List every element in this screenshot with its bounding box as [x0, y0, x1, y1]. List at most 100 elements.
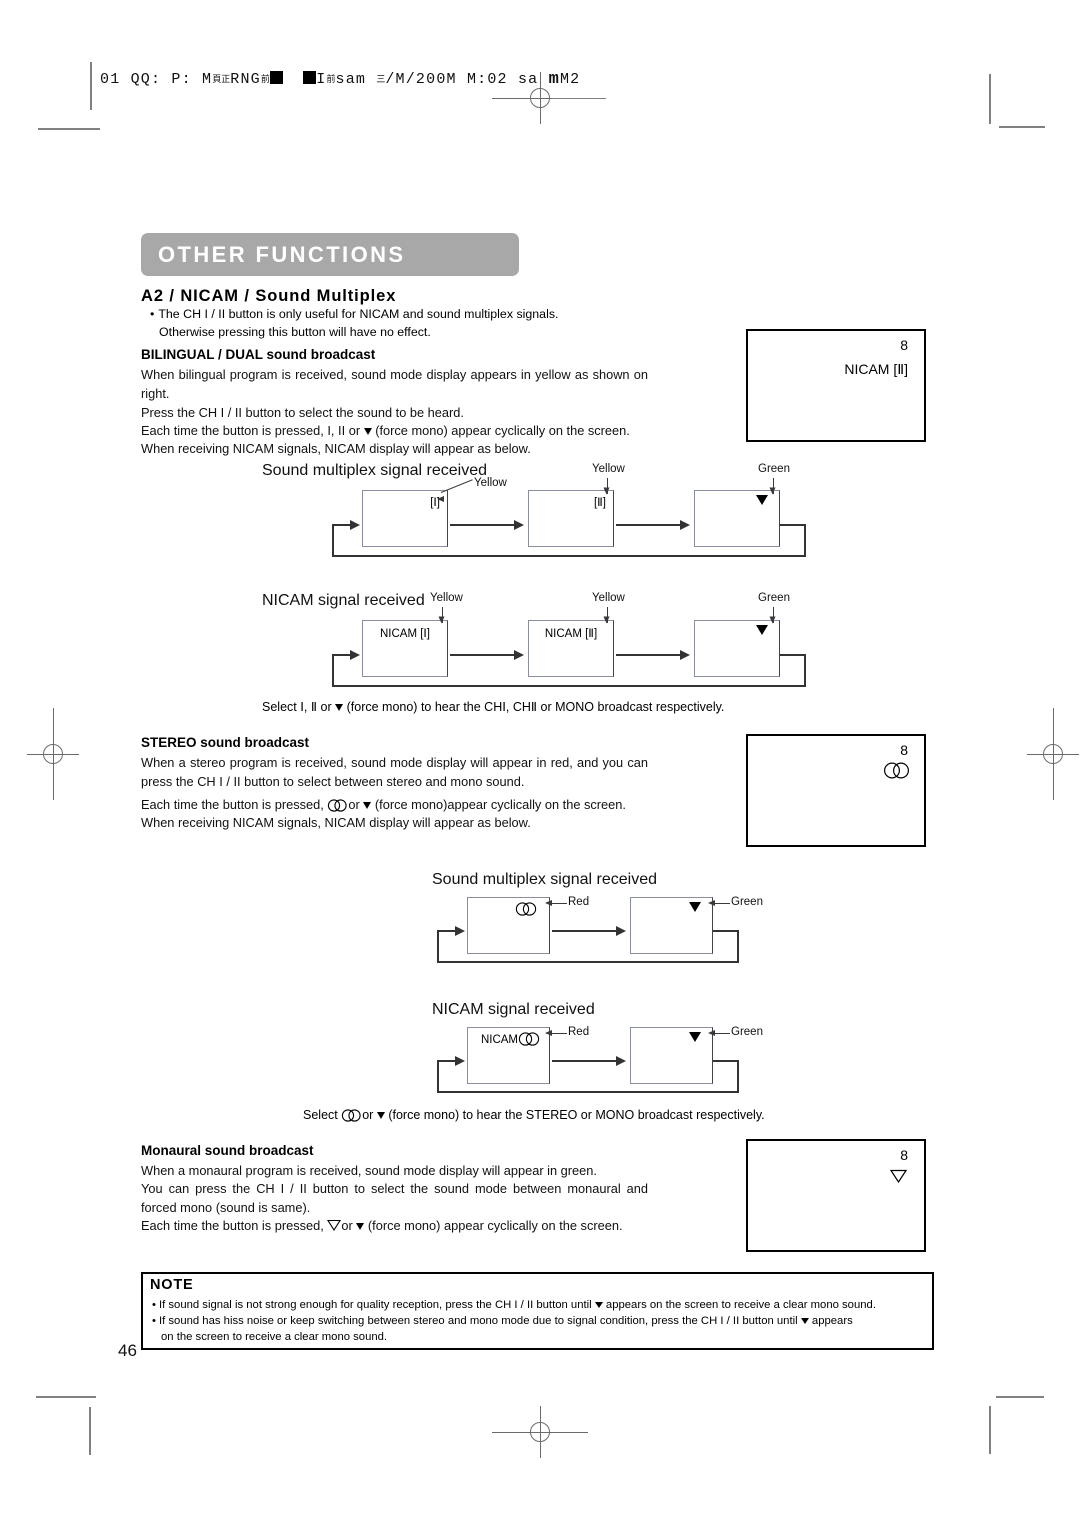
job-slug-part-7: m [548, 70, 560, 89]
job-slug-part-8: M2 [559, 71, 581, 88]
flow-loop-left-up [332, 524, 334, 557]
caption-part-f: Ⅱ or MONO broadcast respectively. [530, 700, 725, 714]
bilingual-paragraph-2: Press the CH I / II button to select the… [141, 405, 464, 420]
flow-box-1-leader-arrow [545, 1030, 552, 1036]
intro-bullet: • The CH I / II button is only useful for… [150, 305, 770, 341]
stereo-circles-icon [883, 762, 911, 782]
down-triangle-icon [689, 902, 701, 912]
flow-connector-1-2 [450, 524, 516, 526]
registration-mark-bottom [492, 1406, 588, 1458]
down-triangle-icon [356, 1223, 365, 1230]
bilingual-paragraph-1: When bilingual program is received, soun… [141, 367, 648, 401]
flow-multiplex-stereo-title: Sound multiplex signal received [432, 871, 658, 888]
flow-box-1-caller: Yellow [430, 592, 463, 604]
flow-loop-right-down [804, 654, 806, 687]
intro-bullet-line-1: The CH I / II button is only useful for … [158, 307, 559, 321]
caption-part-c: (force mono) to hear the STEREO or MONO … [388, 1108, 765, 1122]
job-slug-block-icon-2 [303, 71, 317, 84]
flow-connector-1-2 [552, 930, 618, 932]
flow-box-2 [630, 897, 713, 954]
page-title: A2 / NICAM / Sound Multiplex [141, 287, 397, 305]
open-down-triangle-icon [327, 1218, 342, 1237]
flow-box-1-leader-arrow [545, 900, 552, 906]
flow-box-1-label: NICAM [480, 1034, 518, 1046]
flow-loop-left-in [437, 1060, 457, 1062]
monaural-paragraph-1: When a monaural program is received, sou… [141, 1163, 597, 1178]
flow-box-1-label-wrap: NICAM [481, 1032, 541, 1049]
tv-channel-number: 8 [900, 742, 908, 758]
note-bullet-2: • If sound has hiss noise or keep switchi… [152, 1314, 853, 1329]
flow-box-3-caller: Green [758, 592, 790, 604]
flow-loop-left-in [437, 930, 457, 932]
down-triangle-icon [363, 802, 372, 809]
flow-box-3-leader-arrow [769, 487, 776, 495]
flow-loop-left-in [332, 654, 352, 656]
crop-mark-bottom-left-vertical [89, 1407, 91, 1455]
flow-box-3 [694, 620, 780, 677]
flow-box-3-icon-wrap [756, 495, 768, 508]
flow-loop-arrow [350, 650, 360, 660]
stereo-paragraph-2-a: Each time the button is pressed, [141, 797, 324, 812]
note-bullet-1-a: If sound signal is not strong enough for… [158, 1299, 592, 1311]
flow-box-1-leader-line [551, 903, 567, 904]
flow-box-2: NICAM [Ⅱ] [528, 620, 614, 677]
stereo-paragraph-2-c: (force mono)appear cyclically on the scr… [374, 797, 626, 812]
stereo-paragraph-1: When a stereo program is received, sound… [141, 755, 648, 789]
bilingual-select-caption: Select Ⅰ, Ⅱ or (force mono) to hear the … [262, 699, 724, 714]
flow-connector-1-2 [450, 654, 516, 656]
print-job-slug: 01 QQ: P: M頁正RNG前 I前sam 三/M/200M M:02 sa… [100, 70, 580, 89]
flow-box-2-icon-wrap [689, 1032, 701, 1045]
job-slug-block-icon-1 [269, 71, 283, 84]
flow-loop-right-down [737, 930, 739, 963]
flow-loop-left-up [437, 1060, 439, 1093]
flow-loop-left-up [437, 930, 439, 963]
flow-box-2-leader-line [714, 903, 730, 904]
flow-box-2 [630, 1027, 713, 1084]
bilingual-paragraph-3-a: Each time the button is pressed, I, II o… [141, 423, 361, 438]
flow-box-1-leader-arrow [437, 496, 444, 502]
down-triangle-icon [800, 1318, 809, 1324]
registration-tick-top [552, 98, 606, 99]
flow-loop-bottom [437, 1091, 739, 1093]
tv-screen-stereo: 8 [746, 734, 926, 847]
flow-box-1-leader-arrow [438, 616, 445, 624]
flow-box-1: NICAM [Ⅰ] [362, 620, 448, 677]
flow-loop-left-up [332, 654, 334, 687]
flow-box-2-label: [Ⅱ] [593, 497, 606, 509]
down-triangle-icon [756, 495, 768, 505]
stereo-circles-icon [515, 902, 538, 919]
monaural-heading: Monaural sound broadcast [141, 1143, 314, 1158]
flow-box-2-caller: Green [731, 896, 763, 908]
crop-mark-top-right-vertical [989, 74, 991, 124]
bullet-dot-icon: • [152, 1315, 156, 1327]
job-slug-part-1: 01 QQ: P: M [100, 71, 213, 88]
job-slug-sub-2: 正 [221, 75, 231, 85]
tv-channel-number: 8 [900, 1147, 908, 1163]
down-triangle-icon [689, 1032, 701, 1042]
flow-box-2-leader-arrow [708, 900, 715, 906]
flow-box-2-caller: Yellow [592, 592, 625, 604]
bilingual-paragraph-3: Each time the button is pressed, I, II o… [141, 422, 741, 441]
crop-mark-bottom-right-vertical [989, 1406, 991, 1454]
flow-connector-2-3 [616, 524, 682, 526]
note-bullet-2-a: If sound has hiss noise or keep switchin… [158, 1315, 798, 1327]
note-bullet-1: • If sound signal is not strong enough fo… [152, 1298, 876, 1313]
flow-box-2: [Ⅱ] [528, 490, 614, 547]
tv-screen-monaural: 8 [746, 1139, 926, 1252]
crop-mark-bottom-left-horizontal [36, 1396, 96, 1398]
note-bullet-1-b: appears on the screen to receive a clear… [605, 1299, 876, 1311]
caption-part-a: Select [262, 700, 297, 714]
tv-sound-mode-icon-wrap [889, 1169, 908, 1186]
tv-screen-bilingual: 8 NICAM [Ⅱ] [746, 329, 926, 442]
monaural-paragraph-3: Each time the button is pressed, or (for… [141, 1217, 761, 1237]
intro-bullet-line-2: Otherwise pressing this button will have… [159, 325, 431, 339]
caption-part-c: Ⅱ or [310, 700, 332, 714]
flow-box-2-leader-arrow [603, 487, 610, 495]
down-triangle-icon [335, 704, 344, 711]
flow-box-2-label: NICAM [Ⅱ] [544, 628, 598, 640]
caption-part-a: Select [303, 1108, 338, 1122]
flow-loop-arrow [350, 520, 360, 530]
crop-mark-top-right-horizontal [999, 126, 1045, 128]
manual-page: 01 QQ: P: M頁正RNG前 I前sam 三/M/200M M:02 sa… [0, 0, 1080, 1528]
flow-box-3 [694, 490, 780, 547]
